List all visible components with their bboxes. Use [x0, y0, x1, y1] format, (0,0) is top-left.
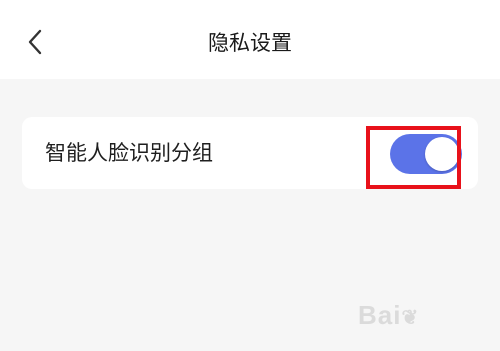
- page-title: 隐私设置: [208, 31, 292, 55]
- setting-label: 智能人脸识别分组: [45, 141, 213, 165]
- highlight-annotation-box: [366, 126, 461, 189]
- baidu-watermark: Bai❦: [358, 300, 488, 344]
- setting-row-face-grouping: 智能人脸识别分组: [22, 117, 478, 189]
- watermark-logo: Bai❦: [358, 300, 420, 330]
- top-bar: 隐私设置: [0, 0, 500, 79]
